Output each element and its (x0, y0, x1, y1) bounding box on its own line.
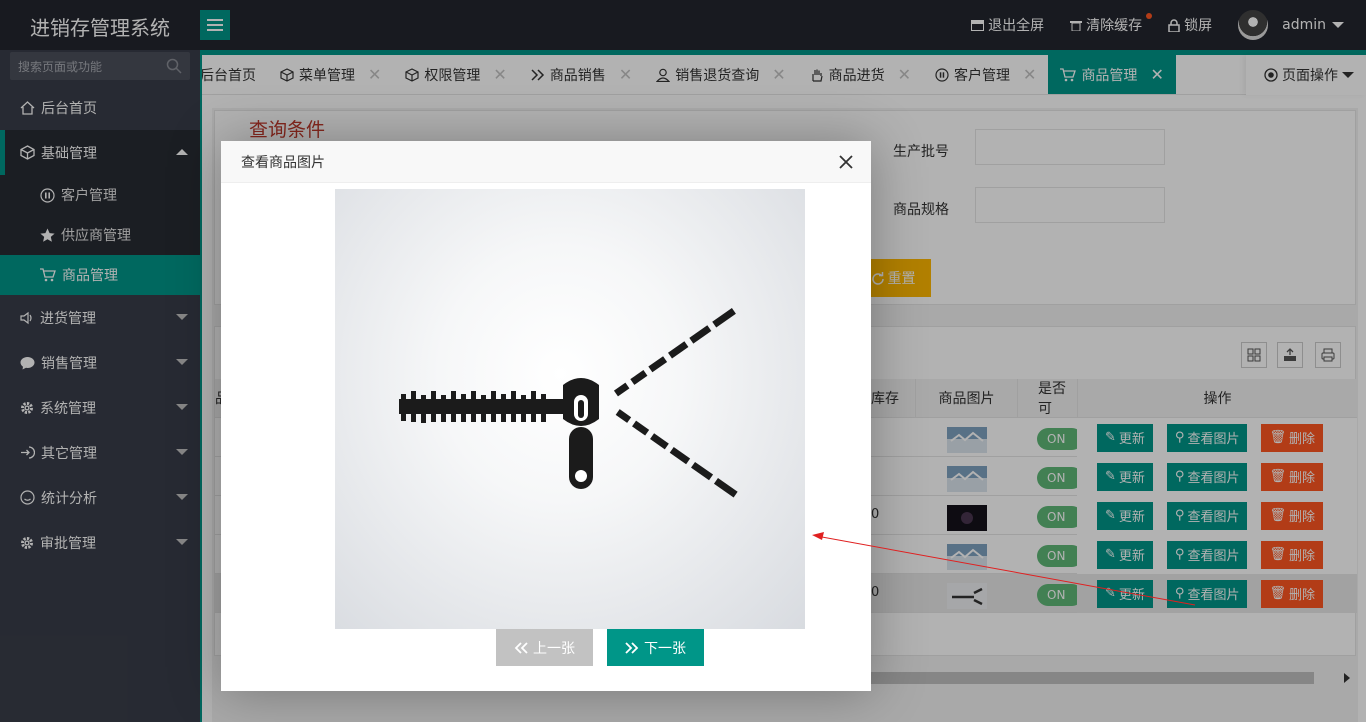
double-chevron-right-icon (625, 641, 639, 654)
prev-label: 上一张 (533, 640, 575, 657)
zipper-image (399, 308, 738, 498)
close-icon[interactable] (837, 153, 855, 171)
prev-image-button[interactable]: 上一张 (496, 629, 593, 666)
image-viewer-dialog: 查看商品图片 上一张 下一张 (221, 141, 871, 691)
dialog-title: 查看商品图片 (241, 154, 325, 171)
product-image (335, 189, 805, 629)
next-label: 下一张 (644, 640, 686, 657)
double-chevron-left-icon (514, 641, 528, 654)
dialog-header: 查看商品图片 (221, 141, 871, 183)
next-image-button[interactable]: 下一张 (607, 629, 704, 666)
